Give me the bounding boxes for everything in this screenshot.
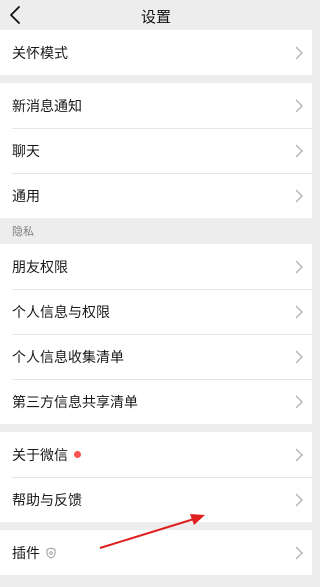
item-label: 新消息通知 — [12, 98, 82, 115]
divider — [0, 75, 312, 83]
red-dot-badge — [74, 451, 81, 458]
chevron-right-icon — [295, 305, 303, 318]
section-label-privacy: 隐私 — [0, 218, 312, 244]
item-label: 个人信息收集清单 — [12, 349, 124, 366]
item-label: 帮助与反馈 — [12, 492, 82, 509]
chevron-right-icon — [295, 260, 303, 273]
chevron-right-icon — [295, 395, 303, 408]
chevron-right-icon — [295, 546, 303, 559]
chevron-right-icon — [295, 189, 303, 202]
settings-item-plugins[interactable]: 插件 — [0, 530, 312, 575]
group-plugins: 插件 — [0, 530, 312, 575]
item-label: 通用 — [12, 188, 40, 205]
page-title: 设置 — [140, 8, 171, 26]
item-label: 个人信息与权限 — [12, 304, 110, 321]
chevron-right-icon — [295, 350, 303, 363]
settings-item-info-collection-list[interactable]: 个人信息收集清单 — [0, 334, 312, 379]
item-label: 关于微信 — [12, 447, 68, 464]
item-label: 第三方信息共享清单 — [12, 394, 138, 411]
chevron-right-icon — [295, 99, 303, 112]
divider — [0, 522, 312, 530]
group-privacy: 朋友权限 个人信息与权限 个人信息收集清单 第三方信息共享清单 — [0, 244, 312, 424]
group-care: 关怀模式 — [0, 30, 312, 75]
nav-bar: 设置 — [0, 0, 312, 30]
divider — [0, 424, 312, 432]
item-label: 朋友权限 — [12, 259, 68, 276]
settings-item-chat[interactable]: 聊天 — [0, 128, 312, 173]
chevron-right-icon — [295, 493, 303, 506]
group-general: 新消息通知 聊天 通用 — [0, 83, 312, 218]
settings-item-about-wechat[interactable]: 关于微信 — [0, 432, 312, 477]
settings-item-personal-info-permissions[interactable]: 个人信息与权限 — [0, 289, 312, 334]
chevron-right-icon — [295, 144, 303, 157]
settings-item-help-feedback[interactable]: 帮助与反馈 — [0, 477, 312, 522]
item-label: 关怀模式 — [12, 45, 68, 62]
chevron-right-icon — [295, 448, 303, 461]
shield-icon — [46, 546, 56, 559]
item-label: 插件 — [12, 545, 40, 562]
group-about: 关于微信 帮助与反馈 — [0, 432, 312, 522]
settings-item-third-party-sharing-list[interactable]: 第三方信息共享清单 — [0, 379, 312, 424]
settings-item-care-mode[interactable]: 关怀模式 — [0, 30, 312, 75]
settings-item-general[interactable]: 通用 — [0, 173, 312, 218]
chevron-right-icon — [295, 46, 303, 59]
settings-item-notifications[interactable]: 新消息通知 — [0, 83, 312, 128]
item-label: 聊天 — [12, 143, 40, 160]
settings-item-friend-permissions[interactable]: 朋友权限 — [0, 244, 312, 289]
